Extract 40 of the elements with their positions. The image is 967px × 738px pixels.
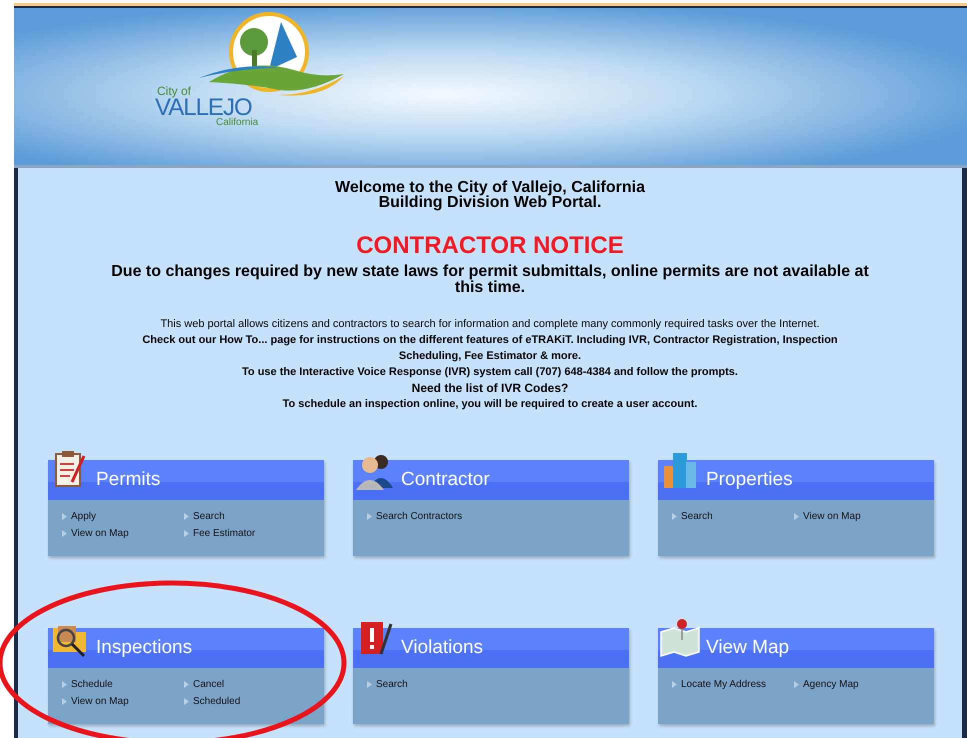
intro-text: This web portal allows citizens and contractors to search for information and complete many commonly required tasks over the Internet. — [159, 317, 821, 332]
arrow-icon — [672, 513, 677, 520]
card-link[interactable]: Search — [184, 511, 304, 522]
arrow-icon — [184, 530, 189, 537]
logo-text: City of — [157, 84, 192, 98]
welcome-heading: Building Division Web Portal. — [378, 195, 602, 210]
card-link[interactable]: Apply — [62, 511, 184, 522]
card-link[interactable]: Search Contractors — [367, 511, 489, 522]
arrow-icon — [794, 513, 799, 520]
arrow-icon — [672, 681, 677, 688]
arrow-icon — [184, 698, 189, 705]
arrow-icon — [62, 513, 67, 520]
arrow-icon — [367, 681, 372, 688]
arrow-icon — [184, 513, 189, 520]
arrow-icon — [794, 681, 799, 688]
notice-message: Due to changes required by new state laws for permit submittals, online permits are not available at this time. — [110, 264, 870, 296]
card-link[interactable]: Search — [672, 511, 794, 522]
card-link[interactable]: Schedule — [62, 679, 184, 690]
arrow-icon — [62, 530, 67, 537]
intro-text: Check out our How To... page for instructions on the different features of eTRAKiT. Including IVR, Contractor Registration, Inspection Scheduling, Fee Estimator & more. — [141, 333, 839, 364]
arrow-icon — [184, 681, 189, 688]
intro-text: To schedule an inspection online, you will be required to create a user account. — [282, 397, 698, 412]
card-link[interactable]: Locate My Address — [672, 679, 794, 690]
card-link[interactable]: Scheduled — [184, 696, 304, 707]
card-link[interactable]: View on Map — [62, 696, 184, 707]
card-link[interactable]: Cancel — [184, 679, 304, 690]
arrow-icon — [367, 513, 372, 520]
intro-text: To use the Interactive Voice Response (IVR) system call (707) 648-4384 and follow the prompts. — [241, 365, 739, 380]
ivr-codes-link[interactable]: Need the list of IVR Codes? — [110, 380, 870, 396]
welcome-heading: Welcome to the City of Vallejo, California — [334, 180, 646, 195]
card-link[interactable]: View on Map — [62, 528, 184, 539]
arrow-icon — [62, 698, 67, 705]
card-link[interactable]: Fee Estimator — [184, 528, 304, 539]
logo-text: California — [216, 117, 258, 128]
card-link[interactable]: Agency Map — [794, 679, 914, 690]
arrow-icon — [62, 681, 67, 688]
card-link[interactable]: Search — [367, 679, 489, 690]
notice-title: CONTRACTOR NOTICE — [355, 232, 625, 260]
card-link[interactable]: View on Map — [794, 511, 914, 522]
map-pin-icon — [660, 618, 700, 658]
